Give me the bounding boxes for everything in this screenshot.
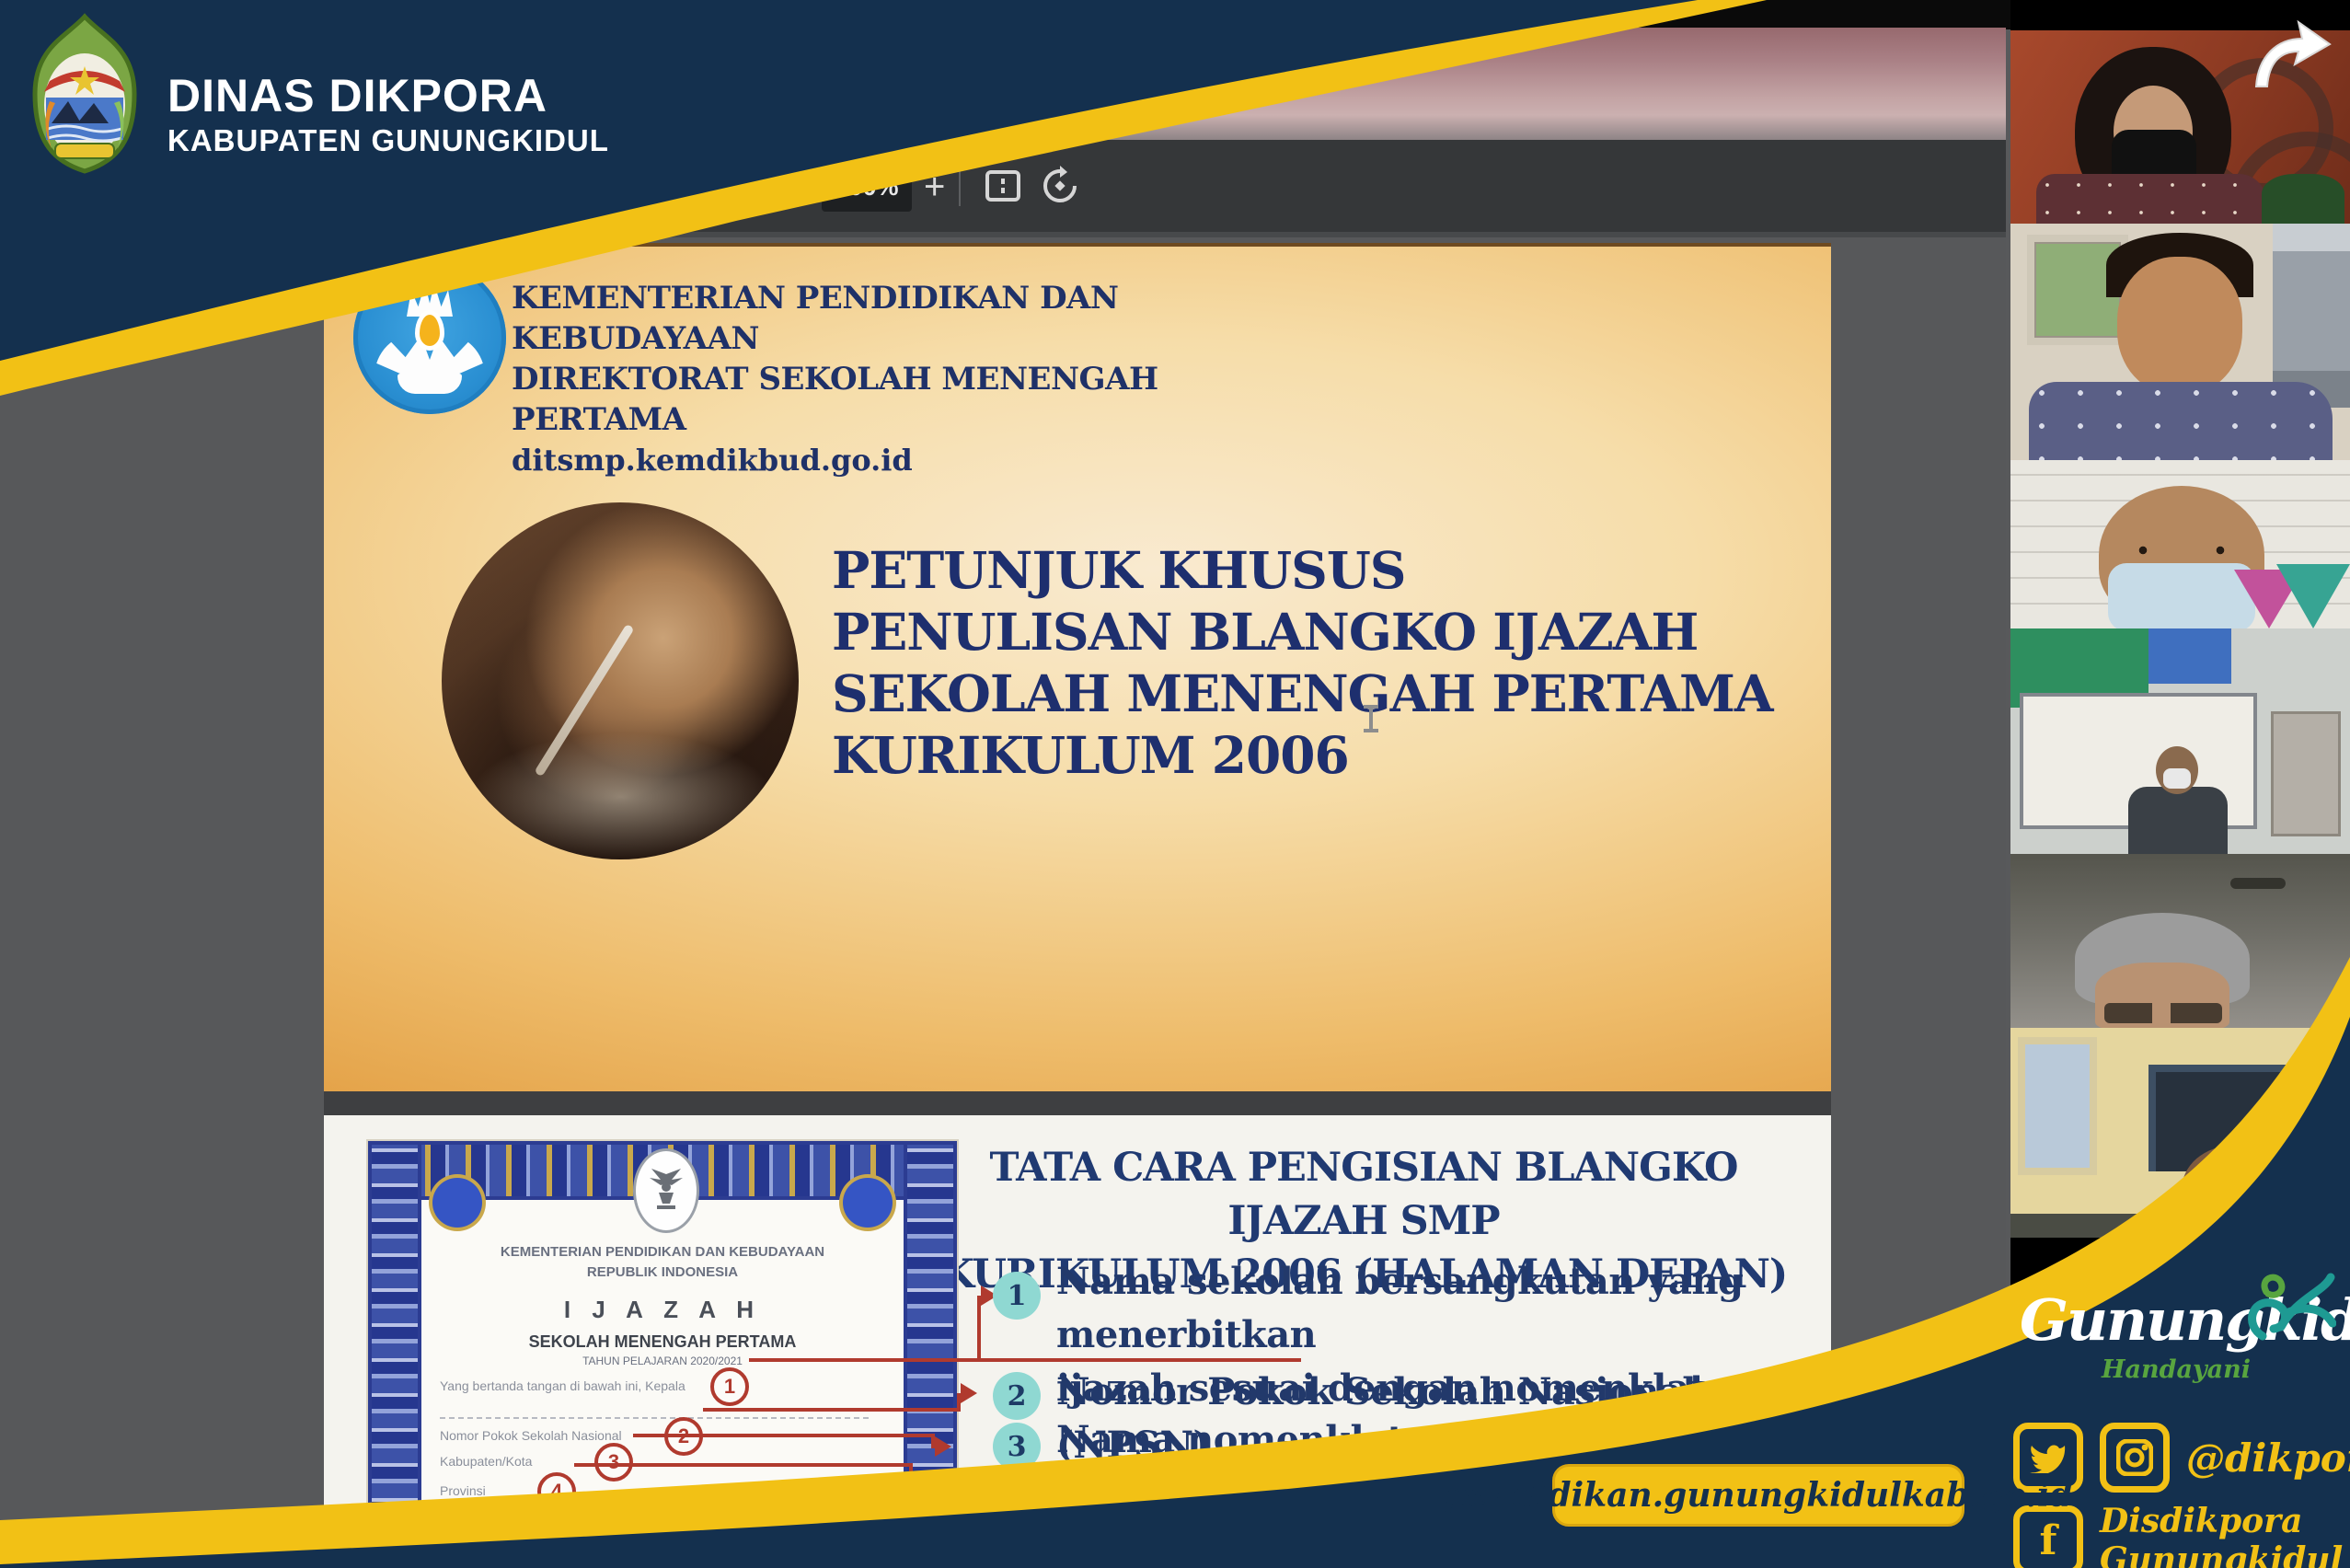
certificate-header-line2: REPUBLIK INDONESIA — [368, 1264, 957, 1280]
certificate-note: menerangkan bahwa — [736, 1491, 857, 1505]
connector-line — [703, 1408, 957, 1412]
slide-title-line1: PETUNJUK KHUSUS — [832, 539, 1798, 601]
participant-video-2[interactable] — [2010, 224, 2350, 460]
ministry-header: KEMENTERIAN PENDIDIKAN DAN KEBUDAYAAN DI… — [512, 278, 1340, 480]
certificate-corner-medallion — [432, 1178, 482, 1228]
certificate-field-label: Yang bertanda tangan di bawah ini, Kepal… — [440, 1378, 685, 1393]
zoom-in-button[interactable]: + — [924, 162, 945, 212]
item-1-number: 1 — [993, 1272, 1041, 1320]
facebook-icon: f — [2013, 1505, 2083, 1568]
text-cursor-ibeam — [1369, 705, 1373, 732]
ministry-line1: KEMENTERIAN PENDIDIKAN DAN KEBUDAYAAN — [512, 278, 1340, 359]
slide-title-line4: KURIKULUM 2006 — [832, 724, 1798, 786]
page-gap — [324, 1091, 1831, 1115]
social-handle: @dikpora_gk — [2186, 1435, 2350, 1481]
gunungkidul-crest-logo — [24, 13, 145, 175]
item-3-line2: mencoret) m — [1056, 1520, 1829, 1568]
window-top-strip — [0, 0, 2350, 29]
participant-video-5[interactable] — [2010, 854, 2350, 1028]
certificate-field-label: Kabupaten/Kota — [440, 1454, 532, 1469]
certificate-marker-3: 3 — [594, 1443, 633, 1482]
org-header: DINAS DIKPORA KABUPATEN GUNUNGKIDUL — [167, 70, 609, 160]
facebook-page-name: Disdikpora Gunungkidul — [2100, 1502, 2350, 1568]
certificate-title: I J A Z A H — [368, 1296, 957, 1324]
participant-video-4[interactable] — [2010, 628, 2350, 854]
gk-flourish-icon — [2235, 1272, 2336, 1345]
certificate-marker-1: 1 — [710, 1367, 749, 1406]
zoom-out-button[interactable]: − — [771, 162, 792, 212]
gunungkidul-brand: Gunungkidul Handayani — [2020, 1286, 2333, 1384]
page-number-input[interactable]: 12 — [612, 162, 689, 212]
zoom-level-input[interactable]: 100% — [822, 162, 912, 212]
item-1-line1: Nama sekolah bersangkutan yang menerbitk… — [1056, 1255, 1829, 1362]
item-2-number: 2 — [993, 1372, 1041, 1420]
instagram-icon — [2100, 1423, 2170, 1493]
toolbar-divider — [751, 166, 753, 206]
connector-arrow — [935, 1436, 951, 1457]
garuda-emblem-icon — [633, 1148, 699, 1233]
connector-line — [574, 1463, 913, 1467]
org-name: DINAS DIKPORA — [167, 70, 609, 121]
website-badge: pendidikan.gunungkidulkab.go.id — [1552, 1464, 1964, 1527]
certificate-corner-medallion — [843, 1178, 893, 1228]
pdf-page-12-cover-slide: KEMENTERIAN PENDIDIKAN DAN KEBUDAYAAN DI… — [324, 243, 1831, 1095]
participant-video-3[interactable] — [2010, 460, 2350, 628]
slide-title: PETUNJUK KHUSUS PENULISAN BLANGKO IJAZAH… — [832, 539, 1798, 786]
connector-line — [633, 1434, 935, 1437]
slide-title-line2: PENULISAN BLANGKO IJAZAH — [832, 601, 1798, 663]
slide2-title-line1: TATA CARA PENGISIAN BLANGKO IJAZAH SMP — [931, 1141, 1796, 1248]
certificate-field-label: Provinsi — [440, 1483, 486, 1498]
video-call-window: 12 / 55 − 100% + KEMENTERIA — [0, 0, 2350, 1568]
certificate-marker-4: 4 — [537, 1472, 576, 1511]
participant-video-6[interactable] — [2010, 1028, 2350, 1238]
certificate-header-line1: KEMENTERIAN PENDIDIKAN DAN KEBUDAYAAN — [368, 1244, 957, 1260]
fit-page-icon[interactable] — [981, 166, 1025, 206]
rotate-icon[interactable] — [1038, 164, 1082, 208]
tutwuri-handayani-logo-icon — [353, 261, 506, 414]
share-arrow-icon[interactable] — [2249, 15, 2333, 94]
certificate-field-label: Nomor Pokok Sekolah Nasional — [440, 1428, 622, 1443]
toolbar-divider — [959, 166, 961, 206]
connector-line — [909, 1463, 913, 1568]
page-total-label: / 55 — [701, 162, 745, 212]
ministry-line2: DIREKTORAT SEKOLAH MENENGAH PERTAMA — [512, 359, 1340, 440]
item-3-number: 3 — [993, 1423, 1041, 1470]
ijazah-certificate-preview: KEMENTERIAN PENDIDIKAN DAN KEBUDAYAAN RE… — [368, 1141, 957, 1568]
certificate-subtitle: SEKOLAH MENENGAH PERTAMA — [368, 1332, 957, 1352]
hand-writing-photo — [442, 502, 799, 859]
slide-title-line3: SEKOLAH MENENGAH PERTAMA — [832, 663, 1798, 724]
brand-tagline: Handayani — [2020, 1355, 2333, 1384]
org-region: KABUPATEN GUNUNGKIDUL — [167, 121, 609, 160]
connector-arrow — [961, 1383, 977, 1403]
ministry-website: ditsmp.kemdikbud.go.id — [512, 440, 1340, 480]
